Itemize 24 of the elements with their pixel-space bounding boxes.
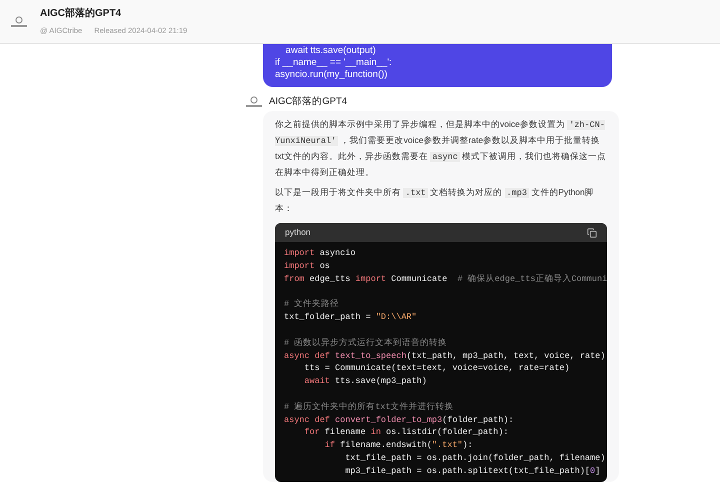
code-language: python xyxy=(285,226,311,240)
code-line: # 函数以异步方式运行文本到语音的转换 xyxy=(284,336,448,350)
message-paragraph: 以下是一段用于将文件夹中所有 .txt 文档转换为对应的 .mp3 文件的Python脚本： xyxy=(275,186,595,216)
code-line: txt_file_path = os.path.join(folder_path, filename) xyxy=(345,452,606,465)
message-paragraph: 你之前提供的脚本示例中采用了异步编程，但是脚本中的voice参数设置为 'zh-CN-YunxiNeural' ，我们需要更改voice参数并调整rate参数以及脚本中用于批量转换txt文件的内容。此外，异步函数需要在 async 模式下被调用，我们也将确保这一点在脚本中得到正确处理。 xyxy=(275,118,607,180)
assistant-name: AIGC部落的GPT4 xyxy=(269,95,348,109)
code-line: mp3_file_path = os.path.splitext(txt_file_path)[0] xyxy=(345,464,600,478)
code-line: async def convert_folder_to_mp3(folder_path): xyxy=(284,414,514,426)
code-line: txt_folder_path = "D:\\AR" xyxy=(284,311,417,324)
channel-title: AIGC部落的GPT4 xyxy=(40,6,122,22)
user-message-bubble: await tts.save(output) if __name__ == '__main__': asyncio.run(my_function()) xyxy=(263,44,612,87)
code-line: from edge_tts import Communicate # 确保从edge_tts正确导入Communi xyxy=(284,272,607,286)
logo-icon xyxy=(10,14,28,28)
code-line: if filename.endswith(".txt"): xyxy=(324,439,473,452)
code-line: # 文件夹路径 xyxy=(284,298,340,312)
code-line: for filename in os.listdir(folder_path): xyxy=(304,426,508,440)
code-line: tts = Communicate(text=text, voice=voice, rate=rate) xyxy=(304,362,570,376)
code-line: import os xyxy=(284,260,330,273)
code-line: import asyncio xyxy=(284,247,356,260)
logo-icon xyxy=(245,95,263,110)
code-line: await tts.save(mp3_path) xyxy=(304,375,427,388)
code-line: # 遍历文件夹中的所有txt文件并进行转换 xyxy=(284,400,454,414)
copy-icon[interactable] xyxy=(587,228,597,238)
code-line: async def text_to_speech(txt_path, mp3_path, text, voice, rate): xyxy=(284,350,607,362)
